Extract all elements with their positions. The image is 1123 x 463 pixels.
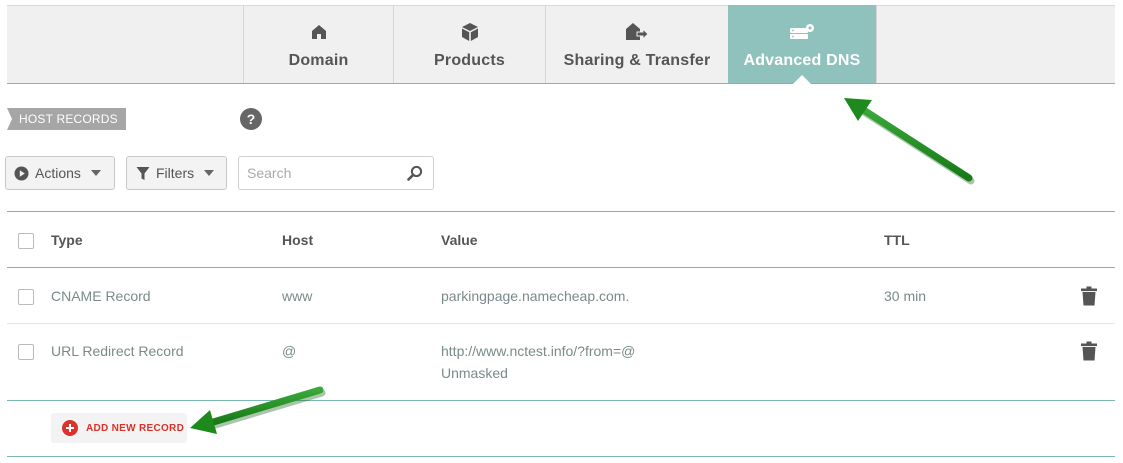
- table-bottom-rule: [7, 400, 1115, 401]
- tab-label: Advanced DNS: [743, 52, 861, 69]
- record-value[interactable]: parkingpage.namecheap.com.: [441, 288, 629, 304]
- play-circle-icon: [14, 166, 29, 181]
- trash-icon[interactable]: [1080, 341, 1098, 366]
- chevron-down-icon: [90, 170, 101, 176]
- filters-dropdown-button[interactable]: Filters: [126, 156, 227, 190]
- record-ttl[interactable]: 30 min: [884, 288, 926, 304]
- filter-icon: [136, 166, 150, 181]
- search-input[interactable]: [239, 157, 399, 189]
- tab-advanced-dns[interactable]: Advanced DNS: [728, 5, 877, 84]
- tab-domain[interactable]: Domain: [243, 5, 393, 83]
- filters-label: Filters: [156, 165, 195, 181]
- tab-label: Products: [434, 52, 505, 69]
- arrow-to-add-record-icon: [190, 386, 326, 434]
- search-box: [238, 156, 434, 190]
- column-header-ttl: TTL: [884, 232, 910, 248]
- record-type[interactable]: CNAME Record: [51, 288, 151, 304]
- home-icon: [310, 22, 328, 42]
- table-top-rule: [7, 211, 1115, 212]
- tab-label: Sharing & Transfer: [563, 52, 711, 69]
- house-arrow-icon: [625, 22, 649, 42]
- column-header-type: Type: [51, 232, 83, 248]
- record-value[interactable]: http://www.nctest.info/?from=@: [441, 343, 635, 359]
- select-all-checkbox[interactable]: [18, 233, 34, 249]
- actions-label: Actions: [35, 165, 81, 181]
- trash-icon[interactable]: [1080, 286, 1098, 311]
- tab-products[interactable]: Products: [393, 5, 545, 83]
- server-gear-icon: [789, 22, 815, 42]
- row-divider: [7, 323, 1115, 324]
- column-header-host: Host: [282, 232, 314, 248]
- row-checkbox[interactable]: [18, 289, 34, 305]
- record-type[interactable]: URL Redirect Record: [51, 343, 184, 359]
- plus-circle-icon: [62, 420, 78, 436]
- record-redirect-mode[interactable]: Unmasked: [441, 365, 508, 381]
- tab-sharing-transfer[interactable]: Sharing & Transfer: [545, 5, 728, 83]
- box-icon: [460, 22, 480, 42]
- footer-rule: [7, 456, 1115, 457]
- tab-bar: Domain Products Sharing & Transfer Advan…: [7, 5, 1115, 84]
- search-icon[interactable]: [407, 165, 423, 186]
- add-new-record-button[interactable]: ADD NEW RECORD: [51, 413, 187, 443]
- active-tab-caret: [793, 75, 811, 84]
- chevron-down-icon: [204, 170, 215, 176]
- record-host[interactable]: @: [282, 343, 296, 359]
- arrow-to-advanced-dns-icon: [844, 98, 975, 185]
- column-header-value: Value: [441, 232, 478, 248]
- add-new-record-label: ADD NEW RECORD: [86, 422, 185, 434]
- record-host[interactable]: www: [282, 288, 312, 304]
- help-icon[interactable]: ?: [240, 108, 262, 130]
- row-checkbox[interactable]: [18, 344, 34, 360]
- header-bottom-rule: [7, 267, 1115, 268]
- tab-label: Domain: [288, 52, 349, 69]
- actions-dropdown-button[interactable]: Actions: [5, 156, 115, 190]
- section-title-host-records: HOST RECORDS: [7, 108, 126, 130]
